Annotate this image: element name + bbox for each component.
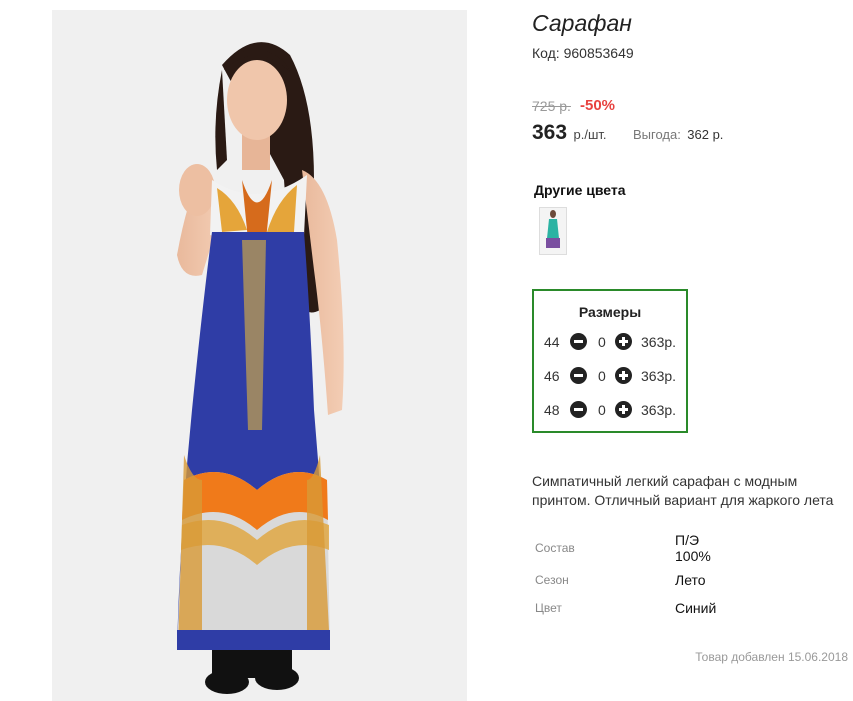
spec-label-season: Сезон xyxy=(535,573,569,587)
price-row: 363 р./шт. Выгода: 362 р. xyxy=(532,121,723,145)
product-photo-illustration xyxy=(52,10,467,701)
size-quantity: 0 xyxy=(598,402,606,418)
minus-circle-icon[interactable] xyxy=(570,401,587,418)
old-price: 725 р. xyxy=(532,98,571,114)
product-code-label: Код: xyxy=(532,45,560,61)
size-value: 44 xyxy=(544,334,560,350)
product-title: Сарафан xyxy=(532,10,632,36)
color-swatch-thumbnail xyxy=(540,208,566,254)
benefit-value: 362 р. xyxy=(687,127,724,142)
color-swatch-teal[interactable] xyxy=(539,207,567,255)
product-description: Симпатичный легкий сарафан с модным прин… xyxy=(532,473,834,508)
size-price: 363р. xyxy=(641,402,677,418)
size-value: 48 xyxy=(544,402,560,418)
product-photo[interactable] xyxy=(52,10,467,701)
benefit-label: Выгода: xyxy=(632,127,681,142)
spec-value-season: Лето xyxy=(675,572,706,588)
product-code-value: 960853649 xyxy=(563,45,634,61)
product-info: Сарафан Код: 960853649 725 р. -50% 363 р… xyxy=(532,0,853,701)
size-quantity: 0 xyxy=(598,334,606,350)
size-row: 46 0 363р. xyxy=(544,366,684,386)
plus-circle-icon[interactable] xyxy=(615,367,632,384)
spec-value-composition: П/Э 100% xyxy=(675,532,711,564)
size-row: 44 0 363р. xyxy=(544,332,684,352)
plus-circle-icon[interactable] xyxy=(615,333,632,350)
sizes-panel: Размеры 44 0 363р. 46 0 363р. 48 0 363р. xyxy=(532,289,688,433)
spec-label-composition: Состав xyxy=(535,541,575,555)
spec-value-composition-line1: П/Э xyxy=(675,532,700,548)
size-price: 363р. xyxy=(641,368,677,384)
minus-circle-icon[interactable] xyxy=(570,367,587,384)
size-quantity: 0 xyxy=(598,368,606,384)
plus-circle-icon[interactable] xyxy=(615,401,632,418)
price-unit: р./шт. xyxy=(573,127,607,142)
discount-badge: -50% xyxy=(580,97,616,114)
spec-value-color: Синий xyxy=(675,600,717,616)
added-date: Товар добавлен 15.06.2018 xyxy=(695,650,848,664)
spec-label-color: Цвет xyxy=(535,601,562,615)
product-code: Код: 960853649 xyxy=(532,45,634,61)
size-price: 363р. xyxy=(641,334,677,350)
current-price: 363 xyxy=(532,121,568,144)
spec-value-composition-line2: 100% xyxy=(675,548,711,564)
size-row: 48 0 363р. xyxy=(544,400,684,420)
minus-circle-icon[interactable] xyxy=(570,333,587,350)
size-value: 46 xyxy=(544,368,560,384)
sizes-title: Размеры xyxy=(578,304,642,320)
other-colors-title: Другие цвета xyxy=(534,182,626,198)
